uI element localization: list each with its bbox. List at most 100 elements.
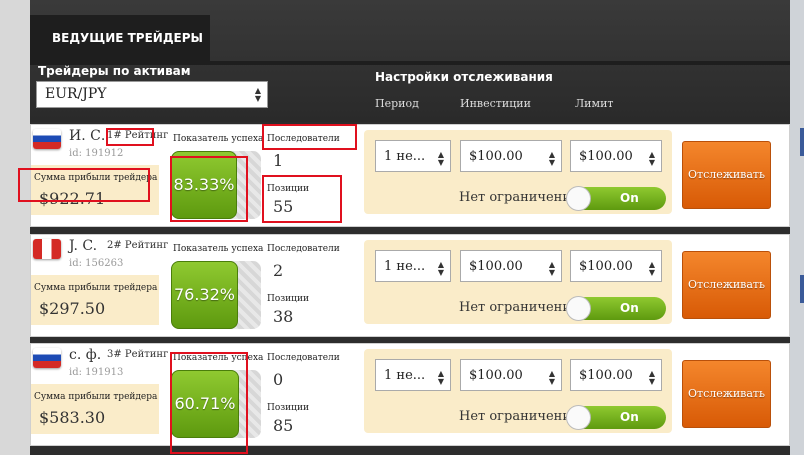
- trader-rank: 3# Рейтинг: [107, 349, 169, 360]
- russia-flag-icon: [33, 348, 61, 368]
- assets-label: Трейдеры по активам: [38, 64, 191, 78]
- select-arrows-icon: ▲ ▼: [254, 86, 261, 103]
- toggle-knob: [566, 296, 591, 321]
- success-label: Показатель успеха: [173, 134, 264, 144]
- trader-id: id: 156263: [69, 258, 124, 269]
- investment-select[interactable]: $100.00 ▲ ▼: [460, 140, 562, 172]
- limit-select-value: $100.00: [579, 368, 633, 383]
- tracking-settings-label: Настройки отслеживания: [375, 70, 553, 84]
- follow-button[interactable]: Отслеживать: [682, 251, 771, 319]
- success-bar: 76.32%: [171, 261, 238, 329]
- toggle-knob: [566, 405, 591, 430]
- toggle-state-label: On: [620, 410, 639, 424]
- edge-marker: [800, 128, 804, 156]
- no-limit-toggle[interactable]: On: [566, 186, 666, 211]
- limit-select[interactable]: $100.00 ▲ ▼: [570, 140, 662, 172]
- limit-select-value: $100.00: [579, 259, 633, 274]
- profit-value: $922.71: [39, 189, 106, 208]
- trader-rank: 1# Рейтинг: [107, 130, 169, 141]
- select-arrows-icon: ▲ ▼: [437, 369, 444, 386]
- select-arrows-icon: ▲ ▼: [648, 369, 655, 386]
- select-arrows-icon: ▲ ▼: [648, 150, 655, 167]
- trader-rank: 2# Рейтинг: [107, 240, 169, 251]
- period-select-value: 1 не...: [384, 259, 426, 274]
- followers-label: Последователи: [267, 244, 340, 254]
- investment-select[interactable]: $100.00 ▲ ▼: [460, 359, 562, 391]
- period-select[interactable]: 1 не... ▲ ▼: [375, 140, 451, 172]
- toggle-knob: [566, 186, 591, 211]
- asset-select[interactable]: EUR/JPY ▲ ▼: [36, 81, 268, 108]
- success-label: Показатель успеха: [173, 353, 264, 363]
- tracking-controls: 1 не... ▲ ▼ $100.00 ▲ ▼ $100.00 ▲ ▼ Нет ограни…: [364, 130, 672, 214]
- no-limit-label: Нет ограничения: [459, 190, 580, 205]
- column-investments: Инвестиции: [460, 97, 531, 110]
- positions-label: Позиции: [267, 294, 309, 304]
- select-arrows-icon: ▲ ▼: [437, 260, 444, 277]
- trader-row: И. С. 1# Рейтинг id: 191912 Сумма прибыл…: [30, 124, 790, 227]
- period-select-value: 1 не...: [384, 149, 426, 164]
- followers-label: Последователи: [267, 134, 340, 144]
- tab-leading-traders[interactable]: ВЕДУЩИЕ ТРЕЙДЕРЫ: [30, 15, 210, 61]
- positions-count: 55: [273, 197, 294, 216]
- russia-flag-icon: [33, 129, 61, 149]
- no-limit-label: Нет ограничения: [459, 300, 580, 315]
- trader-row: с. ф. 3# Рейтинг id: 191913 Сумма прибыл…: [30, 343, 790, 446]
- success-bar: 83.33%: [171, 151, 237, 219]
- select-arrows-icon: ▲ ▼: [548, 150, 555, 167]
- positions-label: Позиции: [267, 184, 309, 194]
- success-meter: 76.32%: [171, 261, 261, 329]
- period-select[interactable]: 1 не... ▲ ▼: [375, 359, 451, 391]
- limit-select[interactable]: $100.00 ▲ ▼: [570, 359, 662, 391]
- followers-count: 0: [273, 370, 284, 389]
- investment-select-value: $100.00: [469, 149, 523, 164]
- profit-value: $297.50: [39, 299, 106, 318]
- tracking-controls: 1 не... ▲ ▼ $100.00 ▲ ▼ $100.00 ▲ ▼ Нет ограни…: [364, 349, 672, 433]
- success-label: Показатель успеха: [173, 244, 264, 254]
- edge-marker: [800, 275, 804, 303]
- background-edge: [788, 0, 804, 455]
- investment-select[interactable]: $100.00 ▲ ▼: [460, 250, 562, 282]
- success-meter: 60.71%: [171, 370, 261, 438]
- tracking-controls: 1 не... ▲ ▼ $100.00 ▲ ▼ $100.00 ▲ ▼ Нет ограни…: [364, 240, 672, 324]
- profit-label: Сумма прибыли трейдера: [34, 392, 158, 402]
- follow-button[interactable]: Отслеживать: [682, 141, 771, 209]
- toggle-state-label: On: [620, 191, 639, 205]
- profit-label: Сумма прибыли трейдера: [34, 173, 158, 183]
- trader-id: id: 191913: [69, 367, 124, 378]
- period-select-value: 1 не...: [384, 368, 426, 383]
- followers-count: 2: [273, 261, 284, 280]
- no-limit-toggle[interactable]: On: [566, 296, 666, 321]
- column-limit: Лимит: [575, 97, 614, 110]
- trader-row: J. C. 2# Рейтинг id: 156263 Сумма прибыл…: [30, 234, 790, 337]
- positions-count: 85: [273, 416, 294, 435]
- trader-name[interactable]: И. С.: [69, 128, 105, 144]
- no-limit-toggle[interactable]: On: [566, 405, 666, 430]
- limit-select[interactable]: $100.00 ▲ ▼: [570, 250, 662, 282]
- no-limit-label: Нет ограничения: [459, 409, 580, 424]
- trader-name[interactable]: J. C.: [69, 238, 97, 254]
- column-period: Период: [375, 97, 419, 110]
- trader-name[interactable]: с. ф.: [69, 347, 101, 363]
- select-arrows-icon: ▲ ▼: [437, 150, 444, 167]
- profit-label: Сумма прибыли трейдера: [34, 283, 158, 293]
- followers-label: Последователи: [267, 353, 340, 363]
- leading-traders-panel: ВЕДУЩИЕ ТРЕЙДЕРЫ Трейдеры по активам EUR…: [30, 0, 790, 455]
- investment-select-value: $100.00: [469, 259, 523, 274]
- success-meter: 83.33%: [171, 151, 261, 219]
- trader-id: id: 191912: [69, 148, 124, 159]
- limit-select-value: $100.00: [579, 149, 633, 164]
- profit-value: $583.30: [39, 408, 106, 427]
- follow-button[interactable]: Отслеживать: [682, 360, 771, 428]
- positions-count: 38: [273, 307, 294, 326]
- positions-label: Позиции: [267, 403, 309, 413]
- panel-header: ВЕДУЩИЕ ТРЕЙДЕРЫ Трейдеры по активам EUR…: [30, 0, 790, 122]
- toggle-state-label: On: [620, 301, 639, 315]
- select-arrows-icon: ▲ ▼: [548, 260, 555, 277]
- investment-select-value: $100.00: [469, 368, 523, 383]
- followers-count: 1: [273, 151, 284, 170]
- success-bar: 60.71%: [171, 370, 239, 438]
- select-arrows-icon: ▲ ▼: [548, 369, 555, 386]
- select-arrows-icon: ▲ ▼: [648, 260, 655, 277]
- period-select[interactable]: 1 не... ▲ ▼: [375, 250, 451, 282]
- asset-select-value: EUR/JPY: [45, 86, 107, 102]
